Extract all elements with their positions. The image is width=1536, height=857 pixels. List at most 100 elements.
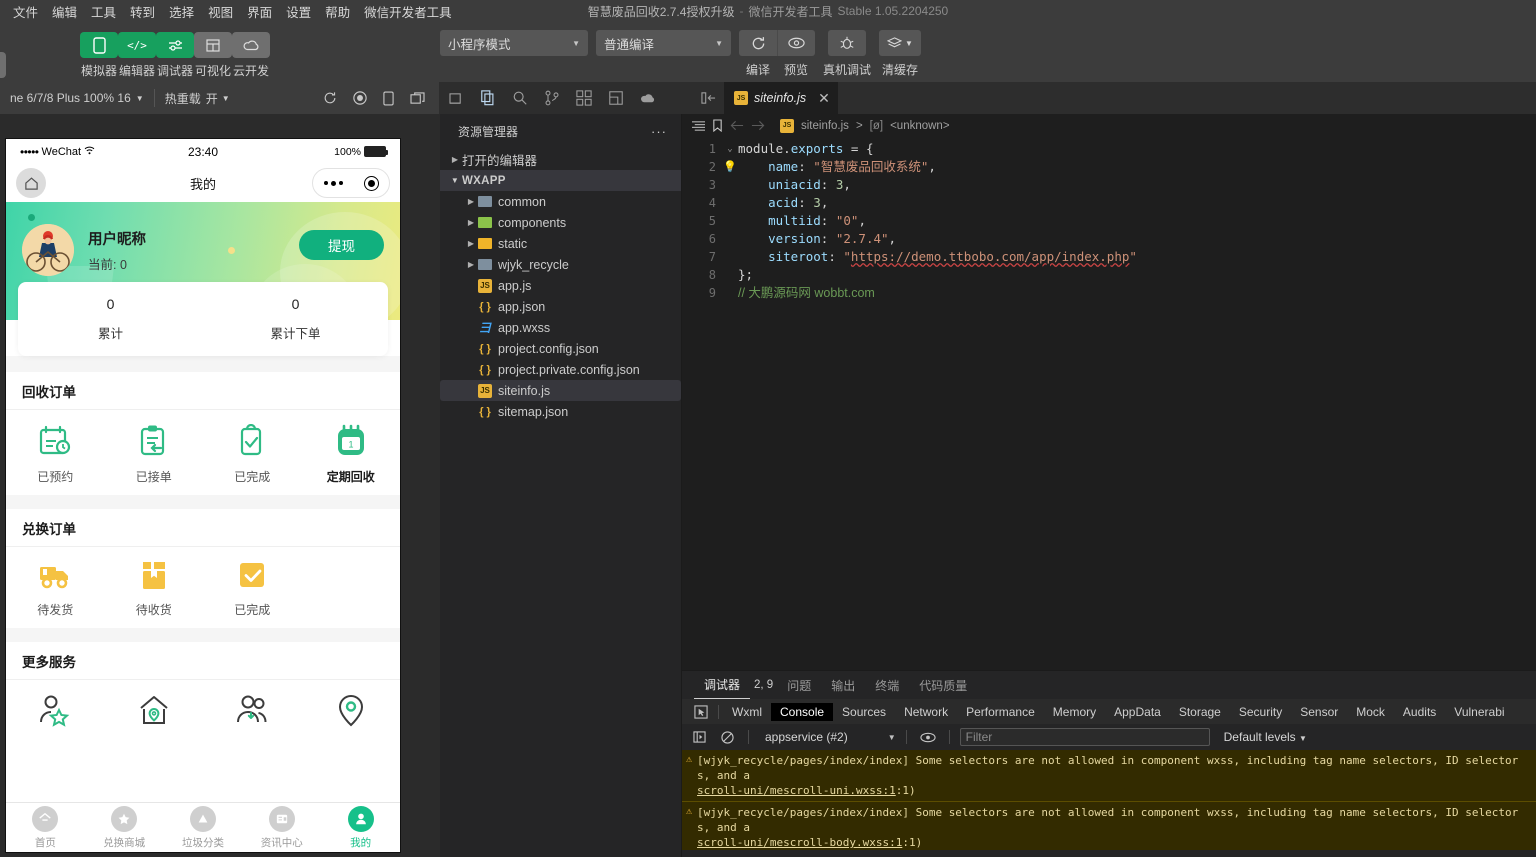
toolbar-button-debugger[interactable]: 调试器 — [156, 32, 194, 79]
source-control-icon[interactable] — [536, 82, 568, 114]
tab-mall[interactable]: 兑换商城 — [85, 803, 164, 852]
console-levels-select[interactable]: Default levels ▼ — [1224, 730, 1307, 744]
device-frame-icon[interactable] — [383, 91, 394, 106]
menu-item-file[interactable]: 文件 — [6, 0, 45, 23]
refresh-icon[interactable] — [323, 91, 337, 105]
panel-tab-terminal[interactable]: 终端 — [865, 671, 909, 699]
menu-item-edit[interactable]: 编辑 — [45, 0, 84, 23]
inspect-element-icon[interactable] — [688, 704, 714, 719]
tab-home[interactable]: 首页 — [6, 803, 85, 852]
device-debug-button[interactable] — [828, 30, 866, 56]
menu-item-devtools[interactable]: 微信开发者工具 — [357, 0, 459, 23]
avatar[interactable] — [22, 224, 74, 276]
mode-select[interactable]: 小程序模式 ▼ — [440, 30, 588, 56]
exchange-item-pending-receive[interactable]: 待收货 — [105, 561, 204, 618]
console-filter-input[interactable]: Filter — [959, 728, 1210, 746]
explorer-file-sitemap-json[interactable]: { } sitemap.json — [440, 401, 681, 422]
tab-sorting[interactable]: 垃圾分类 — [164, 803, 243, 852]
fold-icon[interactable]: ⌄ — [722, 140, 738, 158]
devtools-tab-appdata[interactable]: AppData — [1105, 703, 1170, 721]
explorer-folder-common[interactable]: ▶ common — [440, 191, 681, 212]
explorer-file-app-js[interactable]: JS app.js — [440, 275, 681, 296]
console-sidebar-icon[interactable] — [688, 731, 710, 743]
devtools-tab-sensor[interactable]: Sensor — [1291, 703, 1347, 721]
explorer-project-root[interactable]: ▼ WXAPP — [440, 170, 681, 191]
lightbulb-icon[interactable]: 💡 — [722, 158, 738, 176]
log-row[interactable]: ⚠ [wjyk_recycle/pages/index/index] Some … — [682, 750, 1536, 802]
page-structure-icon[interactable] — [600, 82, 632, 114]
explorer-file-siteinfo-js[interactable]: JS siteinfo.js — [440, 380, 681, 401]
order-item-reserved[interactable]: 已预约 — [6, 424, 105, 485]
console-context-select[interactable]: appservice (#2) ▼ — [759, 730, 896, 744]
menu-item-tools[interactable]: 工具 — [84, 0, 123, 23]
explorer-folder-components[interactable]: ▶ components — [440, 212, 681, 233]
explorer-file-project-private-config[interactable]: { } project.private.config.json — [440, 359, 681, 380]
device-select[interactable]: ne 6/7/8 Plus 100% 16 ▼ — [0, 82, 154, 114]
devtools-tab-storage[interactable]: Storage — [1170, 703, 1230, 721]
clear-console-icon[interactable] — [716, 730, 738, 744]
hot-reload-control[interactable]: 热重载 开 ▼ — [155, 82, 240, 114]
toolbar-overflow-button[interactable] — [0, 52, 6, 78]
withdraw-button[interactable]: 提现 — [299, 230, 384, 260]
preview-button[interactable] — [777, 30, 815, 56]
menu-item-goto[interactable]: 转到 — [123, 0, 162, 23]
order-item-accepted[interactable]: 已接单 — [105, 424, 204, 485]
devtools-tab-console[interactable]: Console — [771, 702, 834, 721]
wechat-capsule[interactable] — [312, 168, 390, 198]
clear-cache-button[interactable]: ▼ — [879, 30, 922, 56]
forward-arrow-icon[interactable] — [751, 120, 765, 131]
explorer-open-editors[interactable]: ▶ 打开的编辑器 — [440, 149, 681, 170]
record-icon[interactable] — [353, 91, 367, 105]
explorer-file-project-config[interactable]: { } project.config.json — [440, 338, 681, 359]
close-circle-icon[interactable] — [363, 175, 379, 191]
menu-item-interface[interactable]: 界面 — [240, 0, 279, 23]
back-arrow-icon[interactable] — [730, 120, 744, 131]
service-item-address[interactable] — [105, 694, 204, 738]
tab-mine[interactable]: 我的 — [321, 803, 400, 852]
log-row[interactable]: ⚠ [wjyk_recycle/pages/index/index] Some … — [682, 802, 1536, 850]
panel-tab-problems[interactable]: 问题 — [777, 671, 821, 699]
compile-mode-select[interactable]: 普通编译 ▼ — [596, 30, 731, 56]
collapse-sidebar-icon[interactable] — [692, 82, 724, 114]
devtools-tab-vulnerabilities[interactable]: Vulnerabi — [1445, 703, 1513, 721]
more-icon[interactable]: ··· — [651, 124, 667, 139]
toolbar-button-editor[interactable]: </> 编辑器 — [118, 32, 156, 79]
menu-item-select[interactable]: 选择 — [162, 0, 201, 23]
explorer-folder-wjyk-recycle[interactable]: ▶ wjyk_recycle — [440, 254, 681, 275]
eye-icon[interactable] — [917, 732, 939, 743]
panel-tab-debugger[interactable]: 调试器 — [694, 671, 751, 699]
compile-button[interactable] — [739, 30, 777, 56]
editor-tab-siteinfo[interactable]: JS siteinfo.js ✕ — [724, 82, 838, 114]
more-icon[interactable] — [323, 180, 343, 186]
explorer-icon[interactable] — [472, 82, 504, 114]
code-content[interactable]: 1 ⌄ module.exports = { 2 💡 name: "智慧废品回收系统"… — [682, 137, 1536, 302]
close-icon[interactable]: ✕ — [818, 90, 830, 107]
panel-tab-code-quality[interactable]: 代码质量 — [909, 671, 977, 699]
devtools-tab-wxml[interactable]: Wxml — [723, 703, 771, 721]
console-log-list[interactable]: ⚠ [wjyk_recycle/pages/index/index] Some … — [682, 750, 1536, 850]
order-item-completed[interactable]: 已完成 — [203, 423, 302, 485]
service-item-nearby[interactable] — [302, 694, 401, 738]
devtools-tab-sources[interactable]: Sources — [833, 703, 895, 721]
explorer-file-app-wxss[interactable]: 彐 app.wxss — [440, 317, 681, 338]
outline-icon[interactable] — [692, 120, 705, 132]
explorer-folder-static[interactable]: ▶ static — [440, 233, 681, 254]
menu-item-settings[interactable]: 设置 — [279, 0, 318, 23]
toolbar-button-cloud[interactable]: 云开发 — [232, 32, 270, 79]
menu-item-help[interactable]: 帮助 — [318, 0, 357, 23]
explorer-file-app-json[interactable]: { } app.json — [440, 296, 681, 317]
stat-cell-orders[interactable]: 0 累计下单 — [203, 282, 388, 356]
devtools-tab-audits[interactable]: Audits — [1394, 703, 1445, 721]
devtools-tab-performance[interactable]: Performance — [957, 703, 1044, 721]
devtools-tab-memory[interactable]: Memory — [1044, 703, 1105, 721]
devtools-tab-security[interactable]: Security — [1230, 703, 1291, 721]
panel-tab-output[interactable]: 输出 — [821, 671, 865, 699]
breadcrumb-file[interactable]: siteinfo.js — [801, 120, 849, 132]
extensions-icon[interactable] — [568, 82, 600, 114]
exchange-item-pending-ship[interactable]: 待发货 — [6, 561, 105, 618]
cloud-dev-icon[interactable] — [632, 82, 664, 114]
exchange-item-completed[interactable]: 已完成 — [203, 561, 302, 618]
order-item-periodic[interactable]: 1 定期回收 — [302, 424, 401, 485]
toolbar-button-visualize[interactable]: 可视化 — [194, 32, 232, 79]
breadcrumb-symbol[interactable]: <unknown> — [890, 120, 949, 132]
